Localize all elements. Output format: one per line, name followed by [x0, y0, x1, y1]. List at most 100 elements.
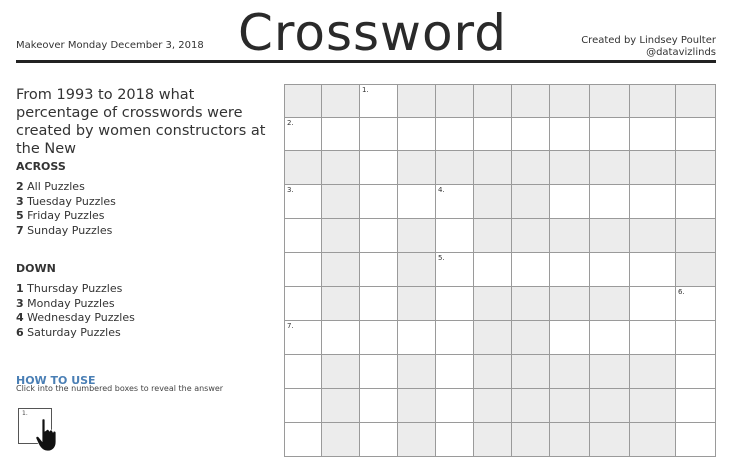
grid-cell[interactable]: [511, 286, 550, 321]
grid-cell[interactable]: [549, 184, 590, 219]
grid-cell[interactable]: [629, 117, 676, 151]
grid-cell[interactable]: [511, 422, 550, 457]
grid-cell[interactable]: [511, 184, 550, 219]
grid-cell[interactable]: [549, 388, 590, 423]
grid-cell[interactable]: [675, 388, 716, 423]
grid-cell[interactable]: [473, 354, 512, 389]
grid-cell[interactable]: [589, 150, 630, 185]
grid-cell[interactable]: [549, 354, 590, 389]
grid-cell[interactable]: [589, 252, 630, 287]
grid-cell[interactable]: [473, 117, 512, 151]
grid-cell[interactable]: [511, 388, 550, 423]
grid-cell[interactable]: [629, 150, 676, 185]
grid-cell[interactable]: [435, 84, 474, 118]
grid-cell[interactable]: [675, 354, 716, 389]
grid-cell[interactable]: [511, 150, 550, 185]
grid-cell[interactable]: [435, 286, 474, 321]
grid-cell[interactable]: [473, 388, 512, 423]
grid-cell[interactable]: [397, 320, 436, 355]
grid-cell[interactable]: [629, 252, 676, 287]
grid-cell[interactable]: [397, 388, 436, 423]
grid-cell[interactable]: [675, 422, 716, 457]
grid-cell[interactable]: [629, 422, 676, 457]
grid-cell[interactable]: [549, 286, 590, 321]
grid-cell[interactable]: [321, 354, 360, 389]
grid-cell[interactable]: [435, 150, 474, 185]
grid-cell[interactable]: [284, 286, 322, 321]
grid-cell[interactable]: 1.: [359, 84, 398, 118]
grid-cell[interactable]: [359, 286, 398, 321]
grid-cell[interactable]: [549, 218, 590, 253]
grid-cell[interactable]: [321, 388, 360, 423]
grid-cell[interactable]: [511, 117, 550, 151]
grid-cell[interactable]: [397, 184, 436, 219]
grid-cell[interactable]: [675, 320, 716, 355]
grid-cell[interactable]: [359, 354, 398, 389]
grid-cell[interactable]: [321, 286, 360, 321]
grid-cell[interactable]: 4.: [435, 184, 474, 219]
grid-cell[interactable]: [435, 117, 474, 151]
grid-cell[interactable]: [435, 388, 474, 423]
grid-cell[interactable]: [435, 354, 474, 389]
grid-cell[interactable]: [359, 422, 398, 457]
grid-cell[interactable]: [473, 320, 512, 355]
grid-cell[interactable]: [435, 218, 474, 253]
grid-cell[interactable]: [589, 354, 630, 389]
grid-cell[interactable]: [629, 286, 676, 321]
grid-cell[interactable]: [549, 320, 590, 355]
grid-cell[interactable]: 3.: [284, 184, 322, 219]
grid-cell[interactable]: [589, 84, 630, 118]
grid-cell[interactable]: [473, 184, 512, 219]
grid-cell[interactable]: [284, 388, 322, 423]
grid-cell[interactable]: [397, 422, 436, 457]
grid-cell[interactable]: [473, 150, 512, 185]
grid-cell[interactable]: [549, 117, 590, 151]
grid-cell[interactable]: [629, 218, 676, 253]
grid-cell[interactable]: 7.: [284, 320, 322, 355]
grid-cell[interactable]: 6.: [675, 286, 716, 321]
grid-cell[interactable]: [589, 286, 630, 321]
grid-cell[interactable]: [359, 184, 398, 219]
grid-cell[interactable]: [321, 84, 360, 118]
grid-cell[interactable]: [284, 354, 322, 389]
grid-cell[interactable]: [549, 422, 590, 457]
grid-cell[interactable]: [321, 218, 360, 253]
grid-cell[interactable]: [511, 354, 550, 389]
grid-cell[interactable]: [675, 218, 716, 253]
grid-cell[interactable]: 2.: [284, 117, 322, 151]
grid-cell[interactable]: [511, 252, 550, 287]
grid-cell[interactable]: [473, 84, 512, 118]
grid-cell[interactable]: [321, 117, 360, 151]
grid-cell[interactable]: [511, 320, 550, 355]
grid-cell[interactable]: [473, 422, 512, 457]
grid-cell[interactable]: [321, 252, 360, 287]
grid-cell[interactable]: [397, 286, 436, 321]
grid-cell[interactable]: 5.: [435, 252, 474, 287]
grid-cell[interactable]: [589, 388, 630, 423]
grid-cell[interactable]: [397, 117, 436, 151]
grid-cell[interactable]: [397, 218, 436, 253]
grid-cell[interactable]: [284, 150, 322, 185]
grid-cell[interactable]: [589, 422, 630, 457]
grid-cell[interactable]: [589, 218, 630, 253]
grid-cell[interactable]: [589, 184, 630, 219]
grid-cell[interactable]: [473, 218, 512, 253]
grid-cell[interactable]: [629, 354, 676, 389]
grid-cell[interactable]: [397, 84, 436, 118]
grid-cell[interactable]: [473, 286, 512, 321]
grid-cell[interactable]: [435, 320, 474, 355]
grid-cell[interactable]: [629, 184, 676, 219]
grid-cell[interactable]: [359, 150, 398, 185]
grid-cell[interactable]: [511, 84, 550, 118]
grid-cell[interactable]: [675, 117, 716, 151]
grid-cell[interactable]: [321, 150, 360, 185]
grid-cell[interactable]: [589, 320, 630, 355]
grid-cell[interactable]: [284, 218, 322, 253]
grid-cell[interactable]: [473, 252, 512, 287]
grid-cell[interactable]: [511, 218, 550, 253]
grid-cell[interactable]: [675, 150, 716, 185]
grid-cell[interactable]: [435, 422, 474, 457]
grid-cell[interactable]: [359, 218, 398, 253]
grid-cell[interactable]: [397, 252, 436, 287]
grid-cell[interactable]: [629, 388, 676, 423]
